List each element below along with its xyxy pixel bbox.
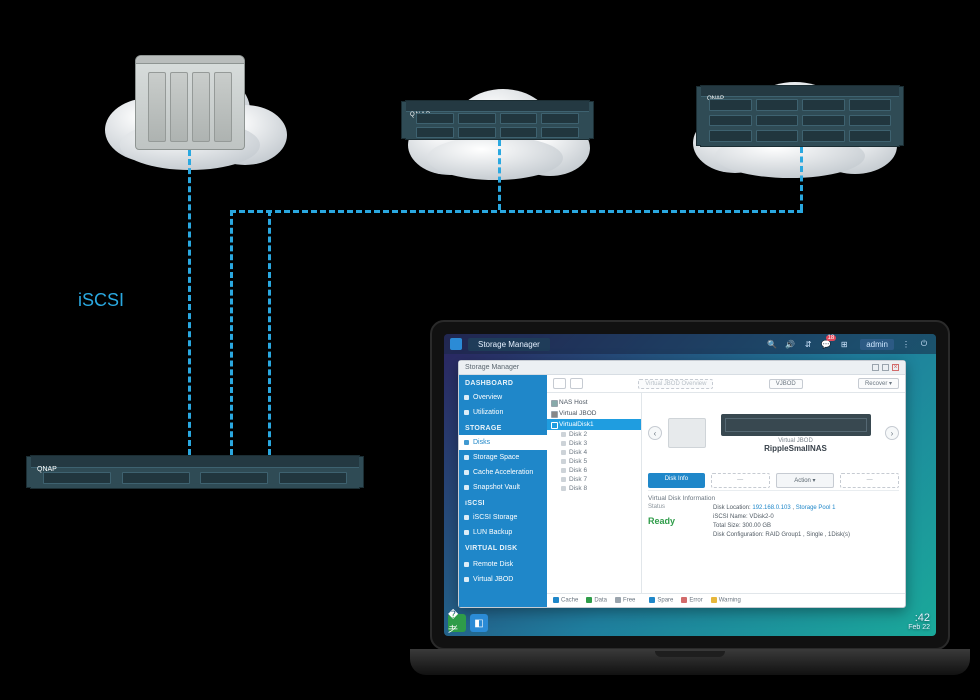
- notification-icon[interactable]: 💬18: [820, 338, 832, 350]
- tree-disk[interactable]: Disk 8: [547, 484, 641, 493]
- legend: Cache Data Free Spare Error Warning: [547, 593, 905, 607]
- tree-virtual-jbod[interactable]: Virtual JBOD: [547, 408, 641, 419]
- tree-disk[interactable]: Disk 2: [547, 430, 641, 439]
- tree-disk[interactable]: Disk 6: [547, 466, 641, 475]
- device-preview: [721, 414, 871, 436]
- status-value: Ready: [648, 512, 703, 526]
- details-header: Virtual Disk Information: [648, 490, 899, 502]
- close-button[interactable]: ×: [892, 364, 899, 371]
- usb-icon[interactable]: ⇵: [802, 338, 814, 350]
- rack-server-bottom: QNAP: [30, 455, 360, 489]
- next-button[interactable]: ›: [885, 426, 899, 440]
- ip-link[interactable]: 192.168.0.103: [752, 505, 790, 511]
- preview-name: RippleSmallNAS: [712, 444, 879, 453]
- view-grid-button[interactable]: [553, 378, 566, 389]
- more-icon[interactable]: ⋮: [900, 338, 912, 350]
- sidebar-item-remote-disk[interactable]: Remote Disk: [459, 557, 547, 572]
- conn-line: [498, 140, 501, 210]
- dashboard-icon[interactable]: ⊞: [838, 338, 850, 350]
- sidebar-item-overview[interactable]: Overview: [459, 390, 547, 405]
- sidebar-item-snapshot[interactable]: Snapshot Vault: [459, 480, 547, 495]
- conn-line: [800, 147, 803, 210]
- os-taskbar-left: �耂 ◧: [448, 614, 488, 632]
- sidebar-section: STORAGE: [459, 420, 547, 435]
- tree-nas-host[interactable]: NAS Host: [547, 397, 641, 408]
- conn-line: [188, 150, 191, 455]
- taskbar-app-icon[interactable]: ◧: [470, 614, 488, 632]
- view-list-button[interactable]: [570, 378, 583, 389]
- sidebar: DASHBOARD Overview Utilization STORAGE D…: [459, 375, 547, 607]
- taskbar-app-icon[interactable]: �耂: [448, 614, 466, 632]
- os-topbar: Storage Manager 🔍 🔊 ⇵ 💬18 ⊞ admin ⋮ ⏻: [444, 334, 936, 354]
- tree-disk[interactable]: Disk 4: [547, 448, 641, 457]
- disk-info-button[interactable]: Disk Info: [648, 473, 705, 488]
- action-dropdown[interactable]: Action ▾: [776, 473, 835, 488]
- nas-tower: [135, 55, 245, 150]
- tree-disk[interactable]: Disk 3: [547, 439, 641, 448]
- vjbod-overview-button[interactable]: Virtual JBOD Overview: [638, 379, 713, 389]
- conn-line: [268, 210, 271, 455]
- storage-manager-window: Storage Manager × DASHBOARD Overview Uti…: [458, 360, 906, 608]
- user-menu[interactable]: admin: [860, 339, 894, 350]
- iscsi-label: iSCSI: [78, 290, 124, 311]
- taskbar-tab[interactable]: Storage Manager: [468, 338, 550, 351]
- sidebar-item-virtual-jbod[interactable]: Virtual JBOD: [459, 572, 547, 587]
- os-logo-icon[interactable]: [450, 338, 462, 350]
- device-tree[interactable]: NAS Host Virtual JBOD VirtualDisk1 Disk …: [547, 393, 642, 593]
- window-title: Storage Manager: [465, 364, 519, 371]
- minimize-button[interactable]: [872, 364, 879, 371]
- os-clock: :42 Feb 22: [908, 612, 930, 632]
- sidebar-item-utilization[interactable]: Utilization: [459, 405, 547, 420]
- detail-lines: Disk Location: 192.168.0.103 , Storage P…: [713, 504, 850, 540]
- recover-button[interactable]: Recover ▾: [858, 378, 899, 389]
- content-pane: Virtual JBOD Overview VJBOD Recover ▾ NA…: [547, 375, 905, 607]
- sidebar-item-disks[interactable]: Disks: [459, 435, 547, 450]
- search-icon[interactable]: 🔍: [766, 338, 778, 350]
- sidebar-section: iSCSI: [459, 495, 547, 510]
- volume-icon[interactable]: 🔊: [784, 338, 796, 350]
- status-label: Status: [648, 504, 703, 510]
- power-icon[interactable]: ⏻: [918, 338, 930, 350]
- device-thumb: [668, 418, 706, 448]
- sidebar-item-storage-space[interactable]: Storage Space: [459, 450, 547, 465]
- sidebar-section: DASHBOARD: [459, 375, 547, 390]
- sidebar-item-cache[interactable]: Cache Acceleration: [459, 465, 547, 480]
- rack-server-right: QNAP: [700, 85, 900, 147]
- placeholder-button: —: [711, 473, 770, 488]
- tree-disk[interactable]: Disk 5: [547, 457, 641, 466]
- prev-button[interactable]: ‹: [648, 426, 662, 440]
- pool-link[interactable]: Storage Pool 1: [796, 505, 836, 511]
- conn-line: [230, 210, 233, 455]
- laptop: Storage Manager 🔍 🔊 ⇵ 💬18 ⊞ admin ⋮ ⏻ St…: [410, 320, 970, 700]
- sidebar-section: VIRTUAL DISK: [459, 540, 547, 557]
- rack-server-center: QNAP: [405, 100, 590, 140]
- vjbod-button[interactable]: VJBOD: [769, 379, 803, 389]
- main-panel: ‹ Virtual JBOD RippleSmallNAS ›: [642, 393, 905, 593]
- sidebar-item-iscsi-storage[interactable]: iSCSI Storage: [459, 510, 547, 525]
- sidebar-item-lun-backup[interactable]: LUN Backup: [459, 525, 547, 540]
- toolbar: Virtual JBOD Overview VJBOD Recover ▾: [547, 375, 905, 393]
- placeholder-button: —: [840, 473, 899, 488]
- tree-selected-vdisk[interactable]: VirtualDisk1: [547, 419, 641, 430]
- tree-disk[interactable]: Disk 7: [547, 475, 641, 484]
- window-titlebar[interactable]: Storage Manager ×: [459, 361, 905, 375]
- laptop-screen: Storage Manager 🔍 🔊 ⇵ 💬18 ⊞ admin ⋮ ⏻ St…: [444, 334, 936, 636]
- conn-line: [230, 210, 803, 213]
- diagram-stage: QNAP QNAP QNAP iSCSI: [0, 0, 980, 700]
- maximize-button[interactable]: [882, 364, 889, 371]
- laptop-base: [410, 649, 970, 675]
